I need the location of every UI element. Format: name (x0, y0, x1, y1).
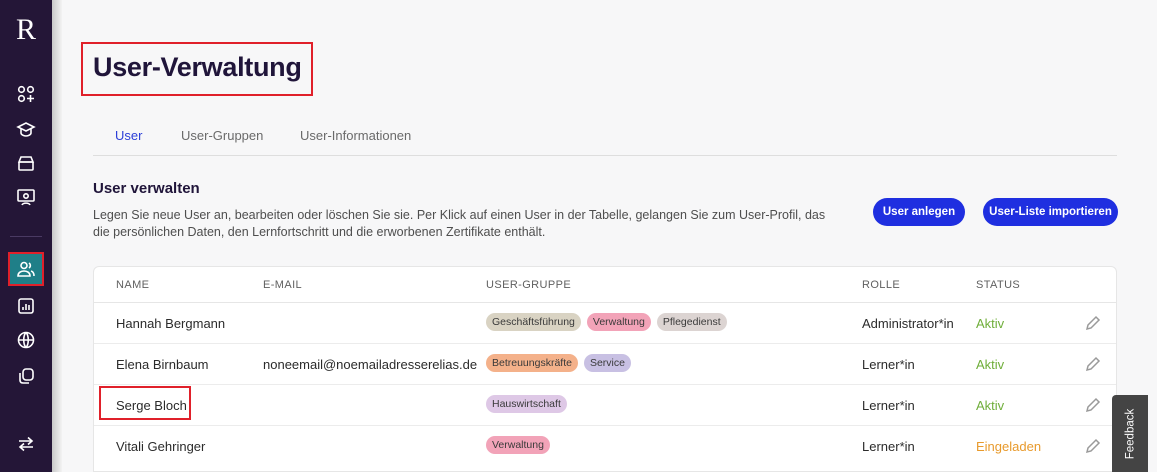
user-group-tags: Hauswirtschaft (486, 395, 567, 413)
user-name: Vitali Gehringer (116, 439, 206, 454)
feedback-label: Feedback (1124, 408, 1137, 459)
group-tag: Service (583, 354, 631, 372)
user-group-tags: Geschäftsführung Verwaltung Pflegedienst (486, 313, 727, 331)
user-name: Elena Birnbaum (116, 357, 209, 372)
table-row[interactable]: Vitali Gehringer Verwaltung Lerner*in Ei… (94, 426, 1116, 467)
copy-icon[interactable] (14, 364, 38, 388)
header-status[interactable]: STATUS (976, 279, 1020, 291)
table-row[interactable]: Elena Birnbaum noneemail@noemailadresser… (94, 344, 1116, 385)
edit-pencil-icon[interactable] (1084, 396, 1102, 414)
user-role: Lerner*in (862, 357, 915, 372)
main-content: User-Verwaltung User User-Gruppen User-I… (62, 0, 1157, 472)
user-role: Lerner*in (862, 439, 915, 454)
tab-user[interactable]: User (115, 128, 142, 143)
dashboard-icon[interactable] (14, 82, 38, 106)
user-name: Hannah Bergmann (116, 316, 226, 331)
group-tag: Geschäftsführung (486, 313, 581, 331)
user-email: noneemail@noemailadresserelias.de (263, 357, 478, 372)
presentation-icon[interactable] (14, 185, 38, 209)
section-description: Legen Sie neue User an, bearbeiten oder … (93, 208, 826, 239)
page-title: User-Verwaltung (93, 52, 302, 82)
user-status: Aktiv (976, 357, 1005, 372)
header-name[interactable]: NAME (116, 279, 149, 291)
edit-pencil-icon[interactable] (1084, 314, 1102, 332)
user-role: Administrator*in (862, 316, 954, 331)
import-user-list-button[interactable]: User-Liste importieren (983, 198, 1118, 226)
chart-icon[interactable] (14, 294, 38, 318)
user-status: Aktiv (976, 398, 1005, 413)
table-row[interactable]: Serge Bloch Hauswirtschaft Lerner*in Akt… (94, 385, 1116, 426)
user-group-tags: Verwaltung (486, 436, 550, 454)
table-row[interactable]: Hannah Bergmann Geschäftsführung Verwalt… (94, 303, 1116, 344)
user-group-tags: Betreuungskräfte Service (486, 354, 631, 372)
edit-pencil-icon[interactable] (1084, 437, 1102, 455)
tab-bar: User User-Gruppen User-Informationen (93, 128, 1117, 156)
sidebar-shadow (52, 0, 62, 472)
user-role: Lerner*in (862, 398, 915, 413)
users-icon[interactable] (14, 257, 38, 281)
header-email[interactable]: E-MAIL (263, 279, 302, 291)
table-header: NAME E-MAIL USER-GRUPPE ROLLE STATUS (94, 267, 1116, 303)
group-tag: Pflegedienst (656, 313, 727, 331)
globe-icon[interactable] (14, 328, 38, 352)
app-logo: R (15, 13, 36, 46)
header-user-group[interactable]: USER-GRUPPE (486, 279, 571, 291)
archive-icon[interactable] (14, 151, 38, 175)
group-tag: Hauswirtschaft (486, 395, 567, 413)
sidebar: R (0, 0, 52, 472)
sidebar-divider (10, 236, 42, 237)
graduation-cap-icon[interactable] (14, 117, 38, 141)
header-role[interactable]: ROLLE (862, 279, 900, 291)
section-title: User verwalten (93, 180, 200, 197)
switch-icon[interactable] (14, 432, 38, 456)
name-highlight (99, 386, 191, 420)
group-tag: Verwaltung (586, 313, 651, 331)
user-status: Aktiv (976, 316, 1005, 331)
edit-pencil-icon[interactable] (1084, 355, 1102, 373)
group-tag: Verwaltung (486, 436, 550, 454)
users-table: NAME E-MAIL USER-GRUPPE ROLLE STATUS Han… (93, 266, 1117, 472)
tab-user-groups[interactable]: User-Gruppen (181, 128, 263, 143)
create-user-button[interactable]: User anlegen (873, 198, 965, 226)
feedback-tab[interactable]: Feedback (1112, 395, 1148, 472)
group-tag: Betreuungskräfte (486, 354, 578, 372)
tab-user-information[interactable]: User-Informationen (300, 128, 411, 143)
user-status: Eingeladen (976, 439, 1042, 454)
